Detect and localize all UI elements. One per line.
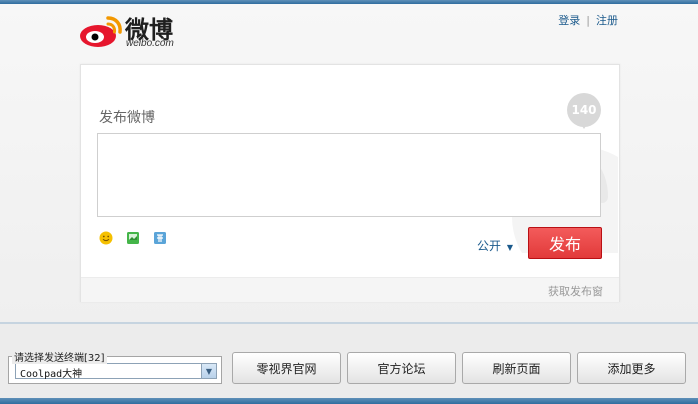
- account-links: 登录 | 注册: [558, 12, 618, 28]
- topic-tag-icon[interactable]: [153, 230, 167, 244]
- compose-card: 发布微博 140 公开 ▼ 发布 获取发布窗: [80, 64, 620, 302]
- chevron-down-icon[interactable]: ▼: [201, 364, 216, 378]
- add-more-button[interactable]: 添加更多: [577, 352, 686, 384]
- register-link[interactable]: 注册: [596, 14, 618, 27]
- terminal-label: 请选择发送终端[32]: [12, 349, 107, 364]
- refresh-page-button[interactable]: 刷新页面: [462, 352, 571, 384]
- login-link[interactable]: 登录: [558, 14, 580, 27]
- compose-title: 发布微博: [99, 110, 155, 126]
- image-icon[interactable]: [126, 230, 140, 244]
- chevron-down-icon: ▼: [506, 243, 513, 252]
- link-separator: |: [586, 14, 590, 27]
- bottom-border-bar: [0, 398, 698, 404]
- terminal-select[interactable]: Coolpad大神 ▼: [15, 363, 217, 380]
- weibo-logo-icon: [80, 16, 122, 47]
- visibility-label: 公开: [477, 239, 502, 253]
- smiley-face-icon[interactable]: [99, 230, 113, 244]
- compose-footer: 获取发布窗: [81, 277, 619, 302]
- compose-toolbar: [99, 226, 175, 244]
- official-site-button[interactable]: 零视界官网: [232, 352, 341, 384]
- bottom-toolbar: Coolpad大神 ▼ 请选择发送终端[32] 零视界官网 官方论坛 刷新页面 …: [0, 324, 698, 398]
- terminal-selected-value: Coolpad大神: [20, 369, 83, 380]
- brand-title-en: weibo.com: [126, 38, 174, 49]
- official-forum-button[interactable]: 官方论坛: [347, 352, 456, 384]
- visibility-dropdown[interactable]: 公开 ▼: [477, 237, 513, 254]
- get-publish-window-link[interactable]: 获取发布窗: [548, 283, 603, 299]
- main-page: 微博 weibo.com 登录 | 注册 发布微博 140 公开 ▼ 发布 获取…: [0, 4, 698, 322]
- post-textarea[interactable]: [97, 133, 601, 217]
- publish-button[interactable]: 发布: [528, 227, 602, 259]
- character-counter: 140: [567, 93, 601, 129]
